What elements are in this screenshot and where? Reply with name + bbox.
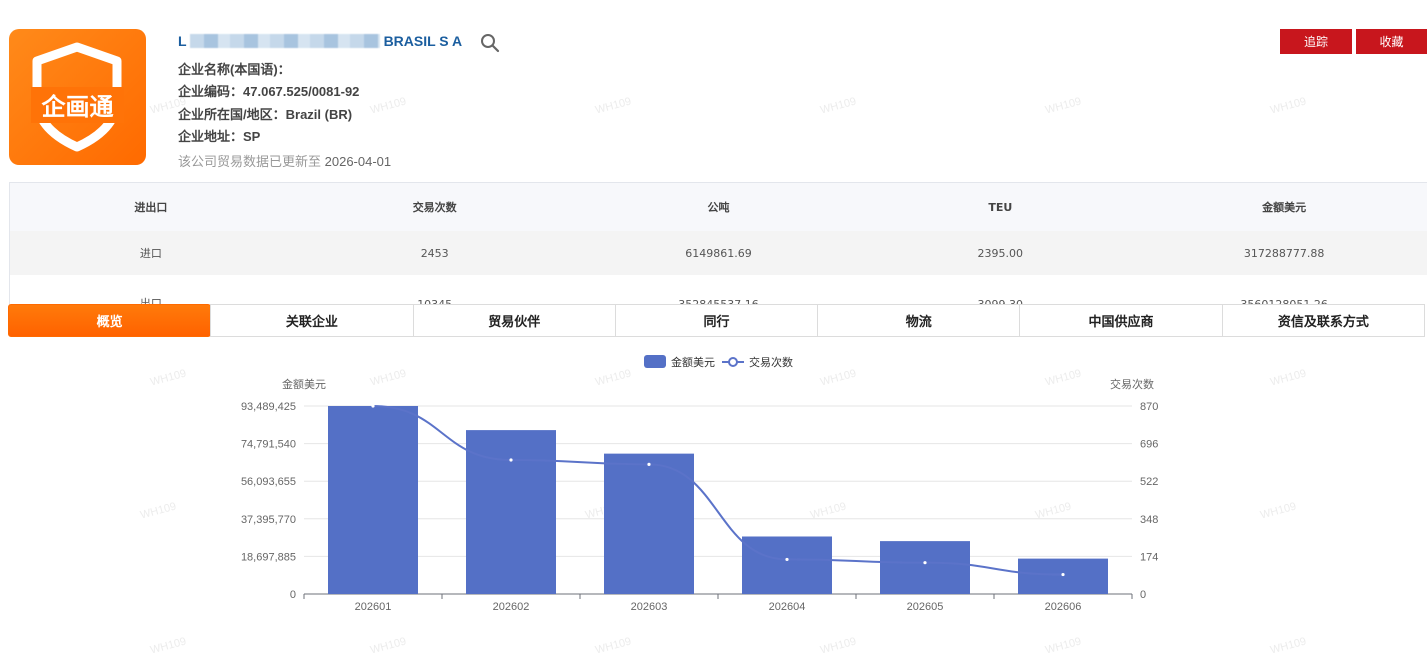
y-tick-right: 870 — [1140, 401, 1158, 413]
address-value: SP — [243, 129, 261, 144]
track-button[interactable]: 追踪 — [1280, 29, 1352, 54]
brand-logo: 企画通 — [9, 29, 146, 165]
table-header-cell: TEU — [988, 200, 1013, 214]
bar — [880, 541, 970, 594]
y-tick-right: 348 — [1140, 514, 1158, 526]
x-tick-label: 202602 — [493, 601, 530, 613]
y-tick-right: 174 — [1140, 551, 1158, 563]
tab-overview[interactable]: 概览 — [8, 304, 212, 337]
tab-china-suppliers[interactable]: 中国供应商 — [1019, 304, 1223, 337]
name-local-label: 企业名称(本国语)： — [178, 62, 291, 77]
watermark: WH109 — [1044, 95, 1083, 117]
x-tick-label: 202603 — [631, 601, 668, 613]
trade-chart: 0 18,697,885 37,395,770 56,093,655 74,791,54… — [241, 355, 1158, 613]
code-value: 47.067.525/0081-92 — [243, 84, 360, 99]
y-tick-left: 18,697,885 — [241, 551, 296, 563]
section-tabs: 概览 关联企业 贸易伙伴 同行 物流 中国供应商 资信及联系方式 — [8, 304, 1425, 337]
favorite-button[interactable]: 收藏 — [1356, 29, 1427, 54]
address-line: 企业地址：SP — [178, 126, 260, 145]
x-tick-label: 202605 — [907, 601, 944, 613]
line-point — [923, 561, 927, 565]
legend-label: 交易次数 — [749, 355, 793, 369]
y-tick-right: 696 — [1140, 439, 1158, 451]
y-tick-left: 56,093,655 — [241, 476, 296, 488]
y-tick-right: 522 — [1140, 476, 1158, 488]
tab-peers[interactable]: 同行 — [614, 304, 819, 337]
x-tick-label: 202601 — [355, 601, 392, 613]
tab-trade-partners[interactable]: 贸易伙伴 — [412, 304, 616, 337]
y-tick-left: 74,791,540 — [241, 439, 296, 451]
table-cell: 2453 — [420, 246, 449, 260]
y-tick-left: 37,395,770 — [241, 514, 296, 526]
update-date: 2026-04-01 — [324, 154, 392, 169]
company-title-suffix: BRASIL S A — [383, 33, 463, 49]
table-cell: 2395.00 — [977, 246, 1024, 260]
logo-text: 企画通 — [42, 93, 114, 121]
line-point — [371, 404, 375, 408]
table-cell: 317288777.88 — [1243, 246, 1325, 260]
line-point — [509, 458, 513, 462]
country-line: 企业所在国/地区：Brazil (BR) — [178, 104, 352, 123]
code-label: 企业编码： — [178, 84, 244, 99]
country-label: 企业所在国/地区： — [178, 107, 286, 122]
legend-swatch-point — [728, 357, 738, 367]
company-title[interactable]: L BRASIL S A — [178, 33, 462, 49]
table-header-cell: 金额美元 — [1262, 201, 1307, 214]
legend-swatch-bar — [644, 355, 666, 368]
x-tick-label: 202604 — [769, 601, 806, 613]
search-icon[interactable] — [480, 33, 500, 53]
tab-related-companies[interactable]: 关联企业 — [210, 304, 414, 337]
table-header-cell: 交易次数 — [412, 201, 457, 214]
y-tick-left: 0 — [290, 589, 296, 601]
redacted-name-block — [189, 34, 380, 48]
table-row: 进口 2453 6149861.69 2395.00 317288777.88 — [10, 231, 1427, 275]
table-header-cell: 进出口 — [134, 201, 168, 214]
y-axis-label-right: 交易次数 — [1110, 377, 1154, 391]
name-local-line: 企业名称(本国语)： — [178, 59, 291, 78]
table-header-cell: 公吨 — [707, 201, 730, 214]
update-prefix: 该公司贸易数据已更新至 — [178, 154, 325, 169]
update-notice: 该公司贸易数据已更新至 2026-04-01 — [178, 151, 391, 170]
table-cell: 6149861.69 — [685, 246, 752, 260]
code-line: 企业编码：47.067.525/0081-92 — [178, 81, 359, 100]
y-axis-label-left: 金额美元 — [282, 377, 326, 391]
line-point — [785, 557, 789, 562]
bar — [742, 536, 832, 594]
table-header-row: 进出口 交易次数 公吨 TEU 金额美元 — [10, 183, 1427, 231]
table-cell: 进口 — [139, 247, 162, 260]
x-tick-label: 202606 — [1045, 601, 1082, 613]
line-point — [1061, 572, 1065, 577]
watermark: WH109 — [369, 95, 408, 117]
line-point — [647, 462, 651, 466]
tab-logistics[interactable]: 物流 — [817, 304, 1021, 337]
company-title-prefix: L — [178, 33, 187, 49]
bar — [1018, 558, 1108, 594]
tab-credit-contact[interactable]: 资信及联系方式 — [1221, 304, 1425, 337]
watermark: WH109 — [594, 95, 633, 117]
trade-stats-table: 进出口 交易次数 公吨 TEU 金额美元 进口 2453 6149861.69 … — [9, 182, 1427, 315]
y-tick-right: 0 — [1140, 589, 1146, 601]
bar — [604, 453, 694, 594]
watermark: WH109 — [819, 95, 858, 117]
address-label: 企业地址： — [178, 129, 244, 144]
watermark: WH109 — [1269, 95, 1308, 117]
country-value: Brazil (BR) — [285, 107, 353, 122]
legend-label: 金额美元 — [671, 355, 715, 369]
bar — [328, 406, 418, 594]
y-tick-left: 93,489,425 — [241, 401, 296, 413]
